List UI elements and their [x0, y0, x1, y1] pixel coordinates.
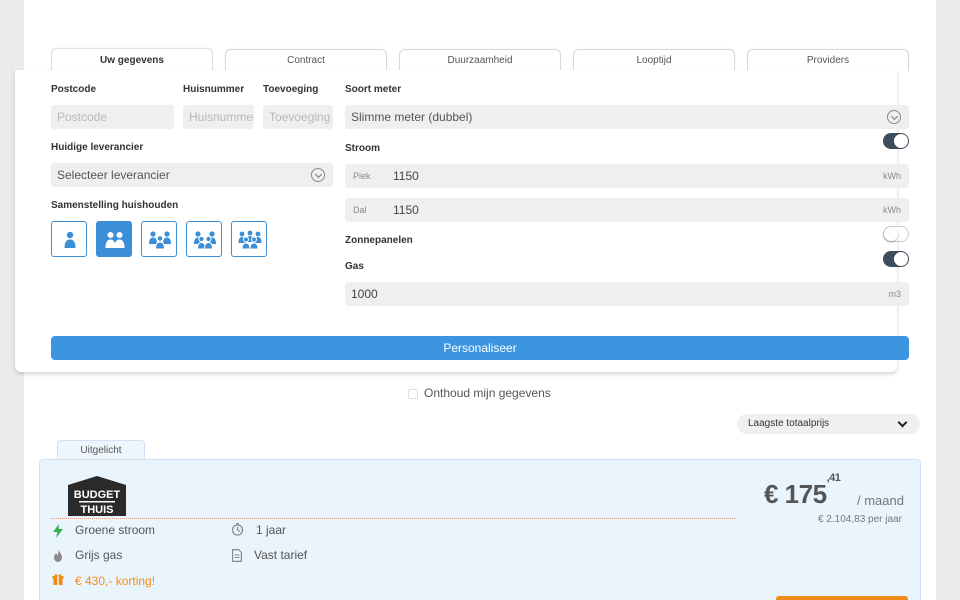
price-cents: ,41 [826, 472, 841, 485]
three-persons-icon [149, 231, 171, 250]
remember-checkbox[interactable] [408, 388, 418, 399]
gas-toggle[interactable] [883, 251, 909, 267]
logo-line-2: THUIS [81, 504, 114, 516]
huisnummer-input[interactable]: Huisnummer [183, 105, 254, 129]
stroom-toggle[interactable] [883, 133, 909, 149]
price-main: € 175 [764, 479, 827, 509]
dal-unit: kWh [883, 205, 901, 215]
remember-label: Onthoud mijn gegevens [424, 386, 551, 400]
chevron-down-icon [897, 417, 908, 428]
logo-line-1: BUDGET [74, 489, 121, 501]
lightning-icon [53, 524, 63, 538]
feature-gas: Grijs gas [75, 548, 123, 562]
chevron-down-icon [311, 168, 325, 182]
tab-contract[interactable]: Contract [225, 49, 387, 71]
gas-input[interactable]: 1000 m3 [345, 282, 909, 306]
household-2-button[interactable] [96, 221, 132, 257]
household-1-button[interactable] [51, 221, 87, 257]
leverancier-label: Huidige leverancier [51, 142, 144, 153]
four-persons-icon [194, 231, 216, 250]
gas-value: 1000 [351, 287, 378, 301]
tab-looptijd[interactable]: Looptijd [573, 49, 735, 71]
zonnepanelen-label: Zonnepanelen [345, 235, 413, 246]
tab-duurzaamheid[interactable]: Duurzaamheid [399, 49, 561, 71]
feature-stroom: Groene stroom [75, 523, 156, 537]
feature-korting: € 430,- korting! [75, 574, 156, 588]
gift-icon [52, 574, 64, 585]
stroom-piek-input[interactable]: Piek 1150 kWh [345, 164, 909, 188]
leverancier-select[interactable]: Selecteer leverancier [51, 163, 333, 187]
household-5-button[interactable] [231, 221, 267, 257]
monthly-price: € 175,41 [764, 472, 841, 510]
postcode-label: Postcode [51, 84, 97, 95]
piek-unit: kWh [883, 171, 901, 181]
leverancier-value: Selecteer leverancier [57, 168, 170, 182]
feature-tarief: Vast tarief [254, 548, 308, 562]
featured-tab: Uitgelicht [57, 440, 145, 460]
toevoeging-input[interactable]: Toevoeging [263, 105, 333, 129]
yearly-price: € 2.104,83 per jaar [818, 514, 902, 525]
tab-uw-gegevens[interactable]: Uw gegevens [51, 48, 213, 72]
piek-prefix: Piek [353, 171, 371, 181]
huisnummer-label: Huisnummer [183, 84, 245, 95]
five-persons-icon [238, 230, 262, 250]
chevron-down-icon [887, 110, 901, 124]
meter-label: Soort meter [345, 84, 402, 95]
tab-providers[interactable]: Providers [747, 49, 909, 71]
meter-select[interactable]: Slimme meter (dubbel) [345, 105, 909, 129]
household-3-button[interactable] [141, 221, 177, 257]
flame-icon [54, 549, 62, 562]
sort-value: Laagste totaalprijs [748, 418, 830, 429]
gas-label: Gas [345, 261, 364, 272]
price-per-month: / maand [857, 493, 904, 508]
divider [51, 518, 735, 519]
zonnepanelen-toggle[interactable] [883, 226, 909, 242]
stroom-label: Stroom [345, 143, 380, 154]
remember-checkbox-row[interactable]: Onthoud mijn gegevens [408, 386, 551, 400]
dal-value: 1150 [393, 203, 419, 217]
household-label: Samenstelling huishouden [51, 200, 179, 211]
meter-value: Slimme meter (dubbel) [351, 110, 473, 124]
document-icon [232, 549, 242, 562]
household-4-button[interactable] [186, 221, 222, 257]
stroom-dal-input[interactable]: Dal 1150 kWh [345, 198, 909, 222]
dal-prefix: Dal [353, 205, 367, 215]
toevoeging-label: Toevoeging [263, 84, 319, 95]
postcode-input[interactable]: Postcode [51, 105, 174, 129]
personaliseer-button[interactable]: Personaliseer [51, 336, 909, 360]
feature-looptijd: 1 jaar [256, 523, 287, 537]
gas-unit: m3 [888, 289, 901, 299]
person-icon [64, 231, 76, 248]
timer-icon [231, 523, 244, 536]
two-persons-icon [105, 232, 125, 248]
piek-value: 1150 [393, 169, 419, 183]
budget-thuis-logo: BUDGET THUIS [68, 476, 126, 516]
offer-cta-button[interactable] [776, 596, 908, 600]
sort-select[interactable]: Laagste totaalprijs [737, 414, 920, 434]
